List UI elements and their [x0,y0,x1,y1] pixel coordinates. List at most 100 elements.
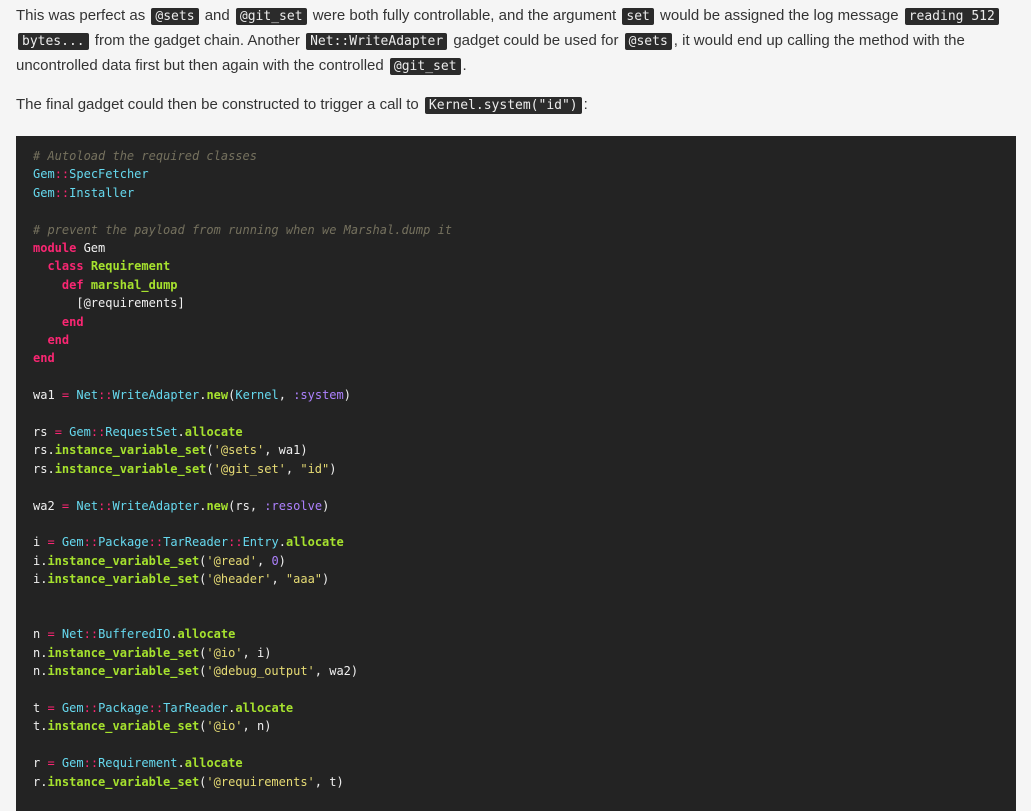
inline-code: set [622,8,654,25]
code-token: allocate [285,535,344,550]
code-token: :: [148,701,164,716]
code-token: Gem [61,535,84,550]
inline-code: Kernel.system("id") [424,97,582,114]
code-line: n.instance_variable_set('@io', i) [33,644,999,662]
code-token: '@debug_output' [206,664,315,679]
code-token: Gem [69,425,91,440]
code-line: rs = Gem::RequestSet.allocate [33,423,999,441]
code-token: , [285,461,301,476]
code-token: '@io' [206,645,243,660]
code-token: = [47,756,55,771]
code-token: :: [54,167,70,182]
code-line: module Gem [33,239,999,257]
code-token: Requirement [90,259,171,274]
code-token: wa1 [33,388,62,403]
code-token: , [271,572,286,587]
code-line: r = Gem::Requirement.allocate [33,754,999,772]
code-token: Entry [242,535,279,550]
code-token: Net [61,627,84,642]
code-token: Gem [33,167,55,182]
code-line: Gem::SpecFetcher [33,165,999,183]
code-token: TarReader [163,701,229,716]
code-token: module [33,241,77,256]
code-token: , wa1) [264,443,308,458]
code-token: "aaa" [285,572,323,587]
code-token: (rs, [228,498,265,513]
prose-text: from the gadget chain. Another [90,32,305,49]
code-token: new [206,388,229,403]
code-token: instance_variable_set [47,664,200,679]
code-line: end [33,349,999,367]
paragraph-gadget-explanation: This was perfect as @sets and @git_set w… [16,4,1016,79]
code-token: = [47,701,55,716]
code-token: t. [33,719,48,734]
code-token: RequestSet [105,425,178,440]
code-token: allocate [177,627,236,642]
prose-text: gadget could be used for [449,32,623,49]
code-token: '@git_set' [213,461,286,476]
code-token: :: [90,425,106,440]
code-token: i. [33,553,48,568]
code-token: i [33,535,48,550]
inline-code: @git_set [235,8,307,25]
code-token: ) [278,553,286,568]
code-token: , wa2) [314,664,359,679]
code-line: def marshal_dump [33,276,999,294]
prose-text: were both fully controllable, and the ar… [308,7,621,24]
code-token: WriteAdapter [112,498,200,513]
code-token: Package [98,701,149,716]
code-token: wa2 [33,498,62,513]
code-line: end [33,313,999,331]
code-line: rs.instance_variable_set('@git_set', "id… [33,460,999,478]
code-token: SpecFetcher [69,167,149,182]
code-token: = [47,535,55,550]
code-token: instance_variable_set [47,645,200,660]
code-token: def [61,277,84,292]
inline-code: @sets [624,33,672,50]
code-token: Gem [61,701,84,716]
code-token: allocate [184,425,243,440]
inline-code: @sets [151,8,199,25]
code-token: , n) [242,719,272,734]
code-token: '@header' [206,572,272,587]
code-token: :: [83,535,99,550]
code-token: Gem [61,756,84,771]
code-token: instance_variable_set [54,461,207,476]
code-token: instance_variable_set [47,553,200,568]
code-token: new [206,498,229,513]
inline-code: Net::WriteAdapter [306,33,448,50]
code-line: i.instance_variable_set('@header', "aaa"… [33,570,999,588]
code-token: ) [322,498,330,513]
code-token: :resolve [264,498,323,513]
code-token: Requirement [98,756,178,771]
article-body: This was perfect as @sets and @git_set w… [0,0,1031,811]
code-token: ) [322,572,330,587]
code-token: ( [206,461,214,476]
code-token: n. [33,664,48,679]
code-token: allocate [184,756,243,771]
prose-text: would be assigned the log message [655,7,903,24]
code-token: . [278,535,286,550]
code-token: class [47,259,84,274]
code-token: rs. [33,443,55,458]
code-token: Kernel [235,388,279,403]
code-token: = [47,627,55,642]
code-token: instance_variable_set [47,719,200,734]
code-token: # Autoload the required classes [33,149,257,163]
code-token: [@requirements] [33,296,185,311]
code-token: :: [98,388,113,403]
code-token: Gem [33,185,55,200]
code-token: Installer [69,185,135,200]
code-line: t = Gem::Package::TarReader.allocate [33,699,999,717]
